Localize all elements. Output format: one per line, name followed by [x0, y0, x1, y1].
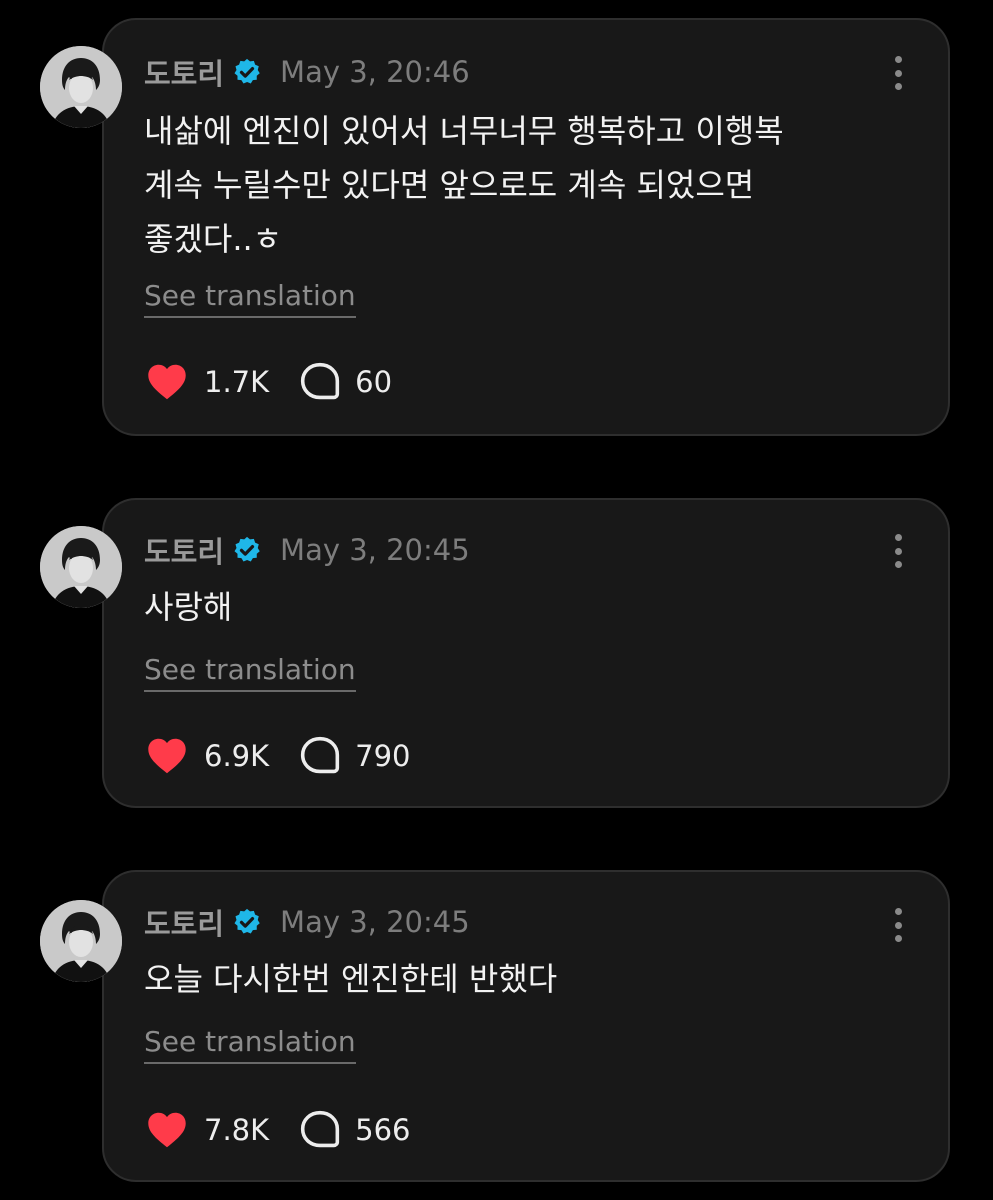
timestamp: May 3, 20:45	[280, 533, 470, 567]
post-text-line: 좋겠다..ㅎ	[144, 220, 283, 258]
like-button[interactable]: 6.9K	[144, 734, 269, 778]
verified-badge-icon	[232, 535, 262, 565]
username[interactable]: 도토리	[144, 529, 224, 571]
username[interactable]: 도토리	[144, 51, 224, 93]
post-text-line: 오늘 다시한번 엔진한테 반했다	[144, 960, 558, 998]
post-text-line: 계속 누릴수만 있다면 앞으로도 계속 되었으면	[144, 166, 755, 204]
heart-icon	[148, 1112, 186, 1148]
avatar[interactable]	[40, 46, 122, 128]
post-text: 내삶에 엔진이 있어서 너무너무 행복하고 이행복 계속 누릴수만 있다면 앞으…	[144, 104, 884, 266]
timestamp: May 3, 20:46	[280, 55, 470, 89]
verified-badge-icon	[232, 907, 262, 937]
reply-button[interactable]: 566	[299, 1109, 411, 1151]
like-button[interactable]: 1.7K	[144, 360, 269, 404]
like-count: 6.9K	[204, 739, 270, 773]
post-text-line: 사랑해	[144, 588, 233, 626]
comment-bubble: 도토리 May 3, 20:45 사랑해 See translation 6.9…	[102, 498, 950, 808]
comment-bubble-icon	[301, 736, 340, 774]
post-actions: 1.7K 60	[144, 358, 392, 406]
see-translation-link[interactable]: See translation	[144, 278, 356, 318]
post-text: 오늘 다시한번 엔진한테 반했다	[144, 952, 884, 1006]
post-text: 사랑해	[144, 580, 884, 634]
like-count: 7.8K	[204, 1113, 270, 1147]
comment-bubble-icon	[301, 1110, 340, 1148]
comment-bubble-icon	[301, 362, 340, 400]
post-header: 도토리 May 3, 20:45	[144, 528, 470, 572]
post-1: 도토리 May 3, 20:46 내삶에 엔진이 있어서 너무너무 행복하고 이…	[0, 18, 993, 438]
avatar[interactable]	[40, 900, 122, 982]
more-options-icon[interactable]	[892, 534, 904, 568]
post-2: 도토리 May 3, 20:45 사랑해 See translation 6.9…	[0, 498, 993, 810]
reply-button[interactable]: 60	[299, 361, 392, 403]
see-translation-link[interactable]: See translation	[144, 652, 356, 692]
like-count: 1.7K	[204, 365, 270, 399]
reply-count: 566	[355, 1113, 411, 1147]
comment-bubble: 도토리 May 3, 20:45 오늘 다시한번 엔진한테 반했다 See tr…	[102, 870, 950, 1182]
post-actions: 7.8K 566	[144, 1106, 411, 1154]
username[interactable]: 도토리	[144, 901, 224, 943]
post-text-line: 내삶에 엔진이 있어서 너무너무 행복하고 이행복	[144, 112, 784, 150]
reply-count: 790	[355, 739, 411, 773]
verified-badge-icon	[232, 57, 262, 87]
heart-icon	[148, 738, 186, 774]
avatar[interactable]	[40, 526, 122, 608]
reply-count: 60	[355, 365, 393, 399]
post-header: 도토리 May 3, 20:45	[144, 900, 470, 944]
reply-button[interactable]: 790	[299, 735, 411, 777]
post-actions: 6.9K 790	[144, 732, 411, 780]
comment-bubble: 도토리 May 3, 20:46 내삶에 엔진이 있어서 너무너무 행복하고 이…	[102, 18, 950, 436]
more-options-icon[interactable]	[892, 908, 904, 942]
more-options-icon[interactable]	[892, 56, 904, 90]
like-button[interactable]: 7.8K	[144, 1108, 269, 1152]
post-3: 도토리 May 3, 20:45 오늘 다시한번 엔진한테 반했다 See tr…	[0, 870, 993, 1184]
post-header: 도토리 May 3, 20:46	[144, 50, 470, 94]
see-translation-link[interactable]: See translation	[144, 1024, 356, 1064]
timestamp: May 3, 20:45	[280, 905, 470, 939]
heart-icon	[148, 364, 186, 400]
